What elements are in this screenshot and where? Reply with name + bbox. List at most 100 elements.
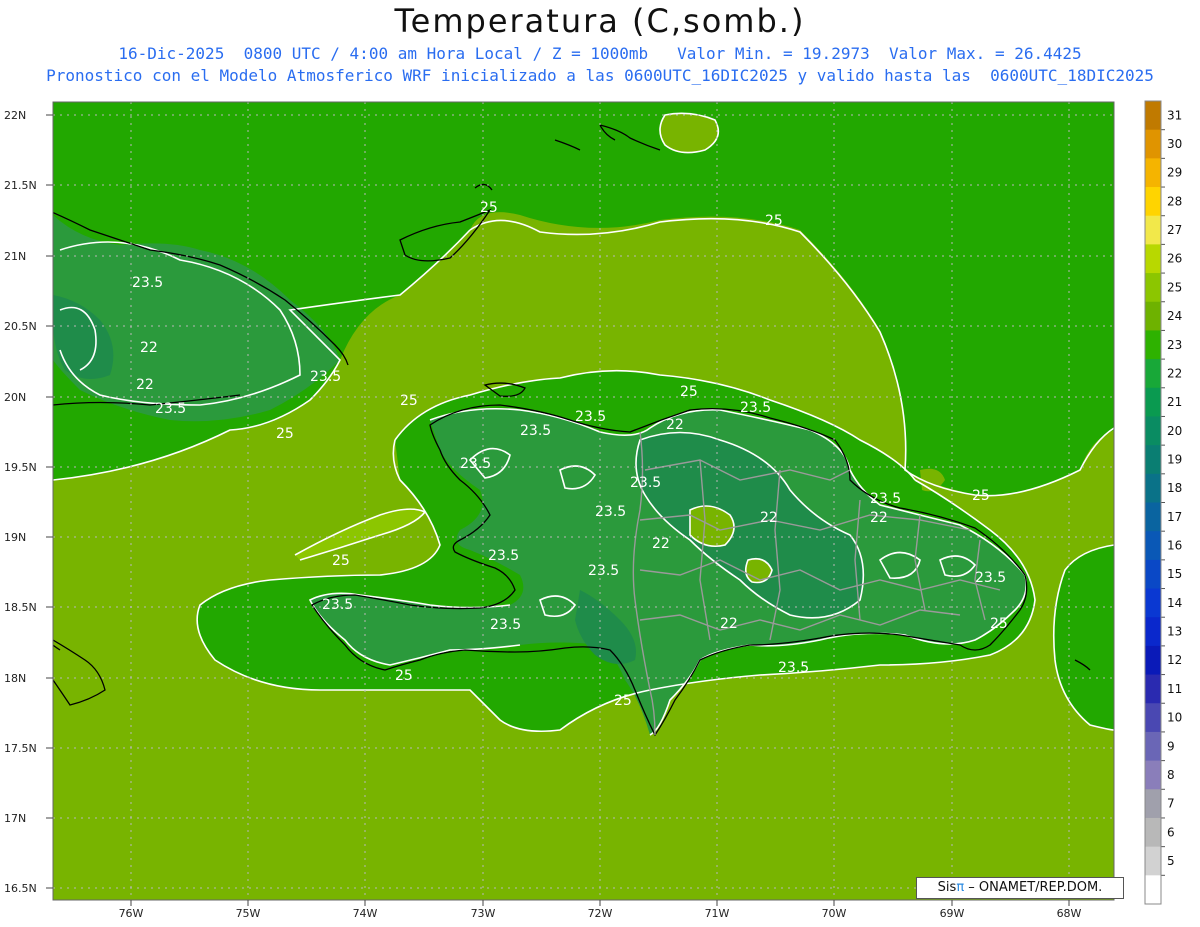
colorbar-tick-label: 31 bbox=[1167, 108, 1182, 122]
contour-label: 23.5 bbox=[132, 275, 163, 291]
colorbar-tick-label: 18 bbox=[1167, 481, 1182, 495]
colorbar-swatch bbox=[1145, 703, 1161, 733]
lat-label: 20.5N bbox=[4, 320, 37, 333]
colorbar-swatch bbox=[1145, 445, 1161, 475]
lat-label: 18N bbox=[4, 672, 26, 685]
colorbar-tick-label: 22 bbox=[1167, 366, 1182, 380]
colorbar-swatches bbox=[1145, 101, 1161, 905]
contour-label: 23.5 bbox=[588, 563, 619, 579]
lat-label: 22N bbox=[4, 109, 26, 122]
contour-label: 25 bbox=[680, 384, 698, 400]
colorbar-swatch bbox=[1145, 760, 1161, 790]
credit-pi-symbol: π bbox=[956, 880, 965, 895]
colorbar-swatch bbox=[1145, 846, 1161, 876]
contour-label: 23.5 bbox=[575, 409, 606, 425]
contour-label: 23.5 bbox=[595, 504, 626, 520]
contour-label: 25 bbox=[400, 393, 418, 409]
contour-label: 22 bbox=[140, 340, 158, 356]
colorbar-swatch bbox=[1145, 531, 1161, 561]
colorbar-swatch bbox=[1145, 158, 1161, 188]
contour-label: 23.5 bbox=[310, 369, 341, 385]
colorbar-tick-label: 30 bbox=[1167, 137, 1182, 151]
colorbar-tick-label: 13 bbox=[1167, 625, 1182, 639]
contour-label: 23.5 bbox=[490, 617, 521, 633]
colorbar-swatch bbox=[1145, 789, 1161, 819]
contour-label: 25 bbox=[480, 200, 498, 216]
colorbar-tick-label: 12 bbox=[1167, 653, 1182, 667]
contour-label: 22 bbox=[760, 510, 778, 526]
colorbar-tick-label: 20 bbox=[1167, 424, 1182, 438]
colorbar: 31 30 29 28 27 26 25 24 23 22 21 20 19 18 17 16 15 14 13 12… bbox=[1144, 100, 1182, 905]
colorbar-swatch bbox=[1145, 101, 1161, 131]
colorbar-tick-label: 6 bbox=[1167, 825, 1175, 839]
colorbar-tick-label: 14 bbox=[1167, 596, 1182, 610]
colorbar-swatch bbox=[1145, 731, 1161, 762]
contour-label: 23.5 bbox=[520, 423, 551, 439]
colorbar-swatch bbox=[1145, 359, 1161, 389]
contour-label: 22 bbox=[666, 417, 684, 433]
colorbar-tick-label: 17 bbox=[1167, 510, 1182, 524]
colorbar-tick-label: 8 bbox=[1167, 768, 1175, 782]
lat-label: 18.5N bbox=[4, 601, 37, 614]
contour-label: 23.5 bbox=[975, 570, 1006, 586]
colorbar-tick-label: 5 bbox=[1167, 854, 1175, 868]
contour-label: 25 bbox=[614, 693, 632, 709]
lon-label: 76W bbox=[119, 907, 144, 920]
contour-label: 23.5 bbox=[322, 597, 353, 613]
credit-box: Sisπ – ONAMET/REP.DOM. bbox=[916, 877, 1124, 899]
colorbar-swatch bbox=[1145, 473, 1161, 503]
contour-label: 23.5 bbox=[155, 401, 186, 417]
contour-label: 25 bbox=[990, 616, 1008, 632]
colorbar-swatch bbox=[1145, 674, 1161, 704]
colorbar-swatch bbox=[1145, 645, 1161, 676]
colorbar-swatch bbox=[1145, 330, 1161, 360]
lon-label: 71W bbox=[705, 907, 730, 920]
colorbar-swatch bbox=[1145, 387, 1161, 417]
colorbar-tick-label: 19 bbox=[1167, 452, 1182, 466]
lat-label: 17.5N bbox=[4, 742, 37, 755]
latitude-axis: 22N 21.5N 21N 20.5N 20N 19.5N 19N 18.5N … bbox=[4, 109, 53, 895]
lon-label: 72W bbox=[588, 907, 613, 920]
colorbar-tick-label: 21 bbox=[1167, 395, 1182, 409]
contour-label: 23.5 bbox=[488, 548, 519, 564]
colorbar-swatch bbox=[1145, 416, 1161, 446]
lat-label: 19N bbox=[4, 531, 26, 544]
colorbar-tick-label: 28 bbox=[1167, 194, 1182, 208]
lon-label: 68W bbox=[1057, 907, 1082, 920]
colorbar-swatch bbox=[1145, 187, 1161, 217]
lat-label: 21N bbox=[4, 250, 26, 263]
contour-label: 22 bbox=[136, 377, 154, 393]
contour-label: 23.5 bbox=[630, 475, 661, 491]
contour-label: 25 bbox=[276, 426, 294, 442]
contour-label: 25 bbox=[972, 488, 990, 504]
colorbar-swatch bbox=[1145, 215, 1161, 245]
lat-label: 17N bbox=[4, 812, 26, 825]
colorbar-tick-label: 16 bbox=[1167, 539, 1182, 553]
colorbar-tick-label: 24 bbox=[1167, 309, 1182, 323]
contour-label: 22 bbox=[652, 536, 670, 552]
colorbar-tick-label: 29 bbox=[1167, 166, 1182, 180]
credit-suffix: – ONAMET/REP.DOM. bbox=[968, 880, 1103, 895]
colorbar-swatch bbox=[1145, 617, 1161, 647]
colorbar-tick-label: 7 bbox=[1167, 797, 1175, 811]
contour-label: 22 bbox=[870, 510, 888, 526]
colorbar-swatch bbox=[1145, 129, 1161, 159]
colorbar-swatch bbox=[1145, 301, 1161, 331]
contour-label: 23.5 bbox=[778, 660, 809, 676]
colorbar-swatch bbox=[1145, 244, 1161, 274]
lon-label: 69W bbox=[940, 907, 965, 920]
colorbar-tick-label: 11 bbox=[1167, 682, 1182, 696]
colorbar-tick-label: 27 bbox=[1167, 223, 1182, 237]
colorbar-tick-label: 26 bbox=[1167, 252, 1182, 266]
lat-label: 21.5N bbox=[4, 179, 37, 192]
colorbar-tick-label: 9 bbox=[1167, 739, 1175, 753]
contour-label: 23.5 bbox=[460, 456, 491, 472]
credit-prefix: Sis bbox=[937, 880, 957, 895]
longitude-axis: 76W 75W 74W 73W 72W 71W 70W 69W 68W bbox=[119, 900, 1082, 920]
lat-label: 19.5N bbox=[4, 461, 37, 474]
lon-label: 70W bbox=[822, 907, 847, 920]
lon-label: 75W bbox=[236, 907, 261, 920]
colorbar-swatch bbox=[1145, 875, 1161, 905]
colorbar-swatch bbox=[1145, 817, 1161, 848]
colorbar-swatch bbox=[1145, 588, 1161, 618]
